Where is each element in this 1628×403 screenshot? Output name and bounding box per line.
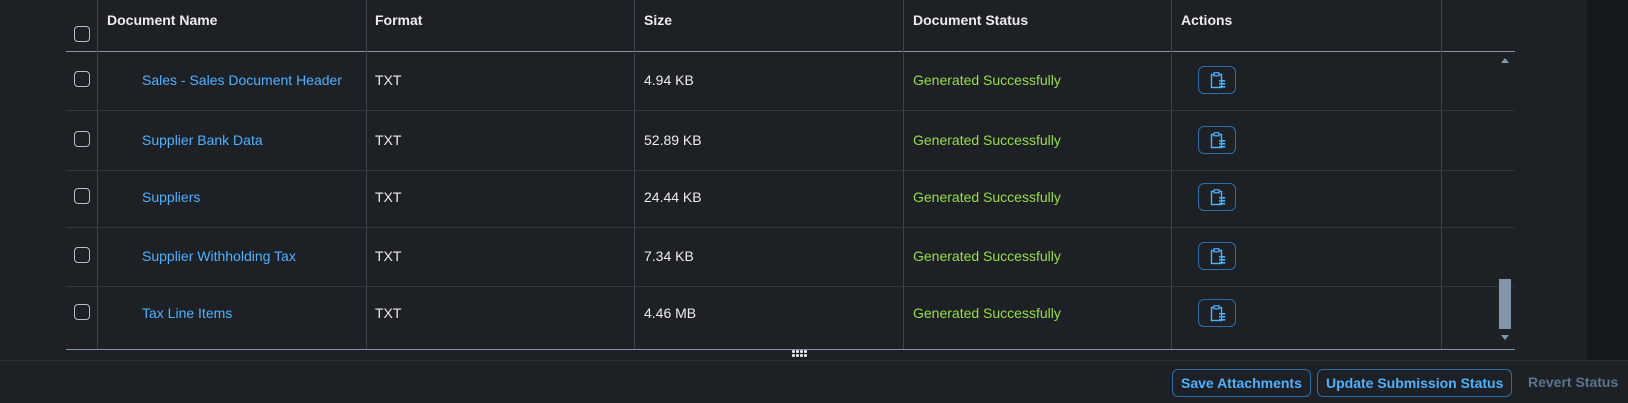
scroll-up-arrow-icon[interactable] [1501, 58, 1509, 63]
size-cell: 4.46 MB [644, 305, 697, 321]
document-name-link[interactable]: Suppliers [142, 189, 200, 205]
status-cell: Generated Successfully [913, 132, 1061, 148]
status-cell: Generated Successfully [913, 305, 1061, 321]
documents-table: Document Name Format Size Document Statu… [66, 0, 1515, 350]
column-divider [1441, 0, 1442, 51]
header-size[interactable]: Size [644, 12, 672, 28]
table-header: Document Name Format Size Document Statu… [66, 0, 1515, 52]
header-actions: Actions [1181, 12, 1233, 28]
clipboard-list-icon [1210, 132, 1226, 149]
page-edge [1587, 0, 1628, 360]
clipboard-list-icon [1210, 72, 1226, 89]
clipboard-list-icon [1210, 305, 1226, 322]
header-document-name[interactable]: Document Name [107, 12, 217, 28]
status-cell: Generated Successfully [913, 72, 1061, 88]
format-cell: TXT [375, 305, 402, 321]
action-button[interactable] [1198, 299, 1236, 327]
table-resize-grip-icon[interactable] [792, 350, 810, 358]
status-cell: Generated Successfully [913, 189, 1061, 205]
revert-status-button[interactable]: Revert Status [1520, 369, 1627, 397]
size-cell: 4.94 KB [644, 72, 694, 88]
action-button[interactable] [1198, 66, 1236, 94]
table-row[interactable]: Supplier Bank Data TXT 52.89 KB Generate… [66, 111, 1515, 171]
size-cell: 24.44 KB [644, 189, 702, 205]
row-checkbox[interactable] [74, 188, 90, 204]
scrollbar-thumb[interactable] [1499, 279, 1511, 329]
status-cell: Generated Successfully [913, 248, 1061, 264]
document-name-link[interactable]: Supplier Bank Data [142, 132, 263, 148]
clipboard-list-icon [1210, 189, 1226, 206]
action-button[interactable] [1198, 183, 1236, 211]
table-row[interactable]: Supplier Withholding Tax TXT 7.34 KB Gen… [66, 227, 1515, 287]
save-attachments-button[interactable]: Save Attachments [1172, 369, 1311, 397]
action-button[interactable] [1198, 126, 1236, 154]
scroll-down-arrow-icon[interactable] [1501, 335, 1509, 340]
document-name-link[interactable]: Tax Line Items [142, 305, 232, 321]
documents-panel: Document Name Format Size Document Statu… [0, 0, 1587, 360]
size-cell: 52.89 KB [644, 132, 702, 148]
row-checkbox[interactable] [74, 247, 90, 263]
action-button[interactable] [1198, 242, 1236, 270]
format-cell: TXT [375, 132, 402, 148]
update-submission-status-button[interactable]: Update Submission Status [1317, 369, 1513, 397]
clipboard-list-icon [1210, 248, 1226, 265]
header-format[interactable]: Format [375, 12, 422, 28]
format-cell: TXT [375, 248, 402, 264]
format-cell: TXT [375, 72, 402, 88]
select-all-checkbox[interactable] [74, 26, 90, 42]
table-row[interactable]: Sales - Sales Document Header TXT 4.94 K… [66, 51, 1515, 111]
table-row[interactable]: Tax Line Items TXT 4.46 MB Generated Suc… [66, 284, 1515, 343]
row-checkbox[interactable] [74, 304, 90, 320]
header-document-status[interactable]: Document Status [913, 12, 1028, 28]
vertical-scrollbar[interactable] [1495, 51, 1515, 348]
footer-toolbar: Save Attachments Update Submission Statu… [0, 360, 1628, 403]
format-cell: TXT [375, 189, 402, 205]
size-cell: 7.34 KB [644, 248, 694, 264]
document-name-link[interactable]: Supplier Withholding Tax [142, 248, 296, 264]
row-checkbox[interactable] [74, 131, 90, 147]
row-checkbox[interactable] [74, 71, 90, 87]
table-row[interactable]: Suppliers TXT 24.44 KB Generated Success… [66, 168, 1515, 228]
document-name-link[interactable]: Sales - Sales Document Header [142, 72, 342, 88]
